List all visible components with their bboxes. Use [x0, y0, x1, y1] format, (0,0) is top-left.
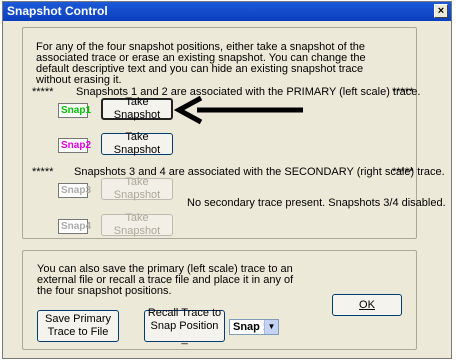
window-title: Snapshot Control	[7, 4, 108, 18]
secondary-disabled-note: No secondary trace present. Snapshots 3/…	[187, 197, 446, 209]
file-group-text: You can also save the primary (left scal…	[37, 263, 294, 297]
snap3-take-snapshot-button[interactable]: Take Snapshot	[101, 176, 173, 201]
snap1-label: Snap1	[58, 103, 91, 118]
secondary-stars-right: *****	[392, 166, 414, 178]
chevron-down-icon[interactable]: ▼	[264, 320, 278, 334]
arrow-left-icon	[173, 96, 303, 125]
title-bar: Snapshot Control ×	[3, 2, 451, 21]
close-button[interactable]: ×	[434, 4, 448, 18]
secondary-stars-left: *****	[32, 166, 54, 178]
snap4-take-snapshot-button[interactable]: Take Snapshot	[101, 212, 173, 237]
ok-button[interactable]: OK	[332, 294, 402, 316]
intro-text: For any of the four snapshot positions, …	[36, 41, 366, 86]
primary-stars-left: *****	[32, 86, 54, 98]
snap-position-select[interactable]: Snap 1 ▼	[229, 319, 279, 335]
save-primary-button[interactable]: Save Primary Trace to File	[37, 310, 119, 342]
snap3-label: Snap3	[58, 183, 91, 198]
snap2-take-snapshot-button[interactable]: Take Snapshot	[101, 131, 173, 156]
recall-trace-button[interactable]: Recall Trace to Snap Position _	[144, 307, 225, 345]
snap1-take-snapshot-button[interactable]: Take Snapshot	[101, 96, 173, 121]
snap4-label: Snap4	[58, 219, 91, 234]
primary-stars-right: *****	[392, 86, 414, 98]
snap2-label: Snap2	[58, 138, 91, 153]
